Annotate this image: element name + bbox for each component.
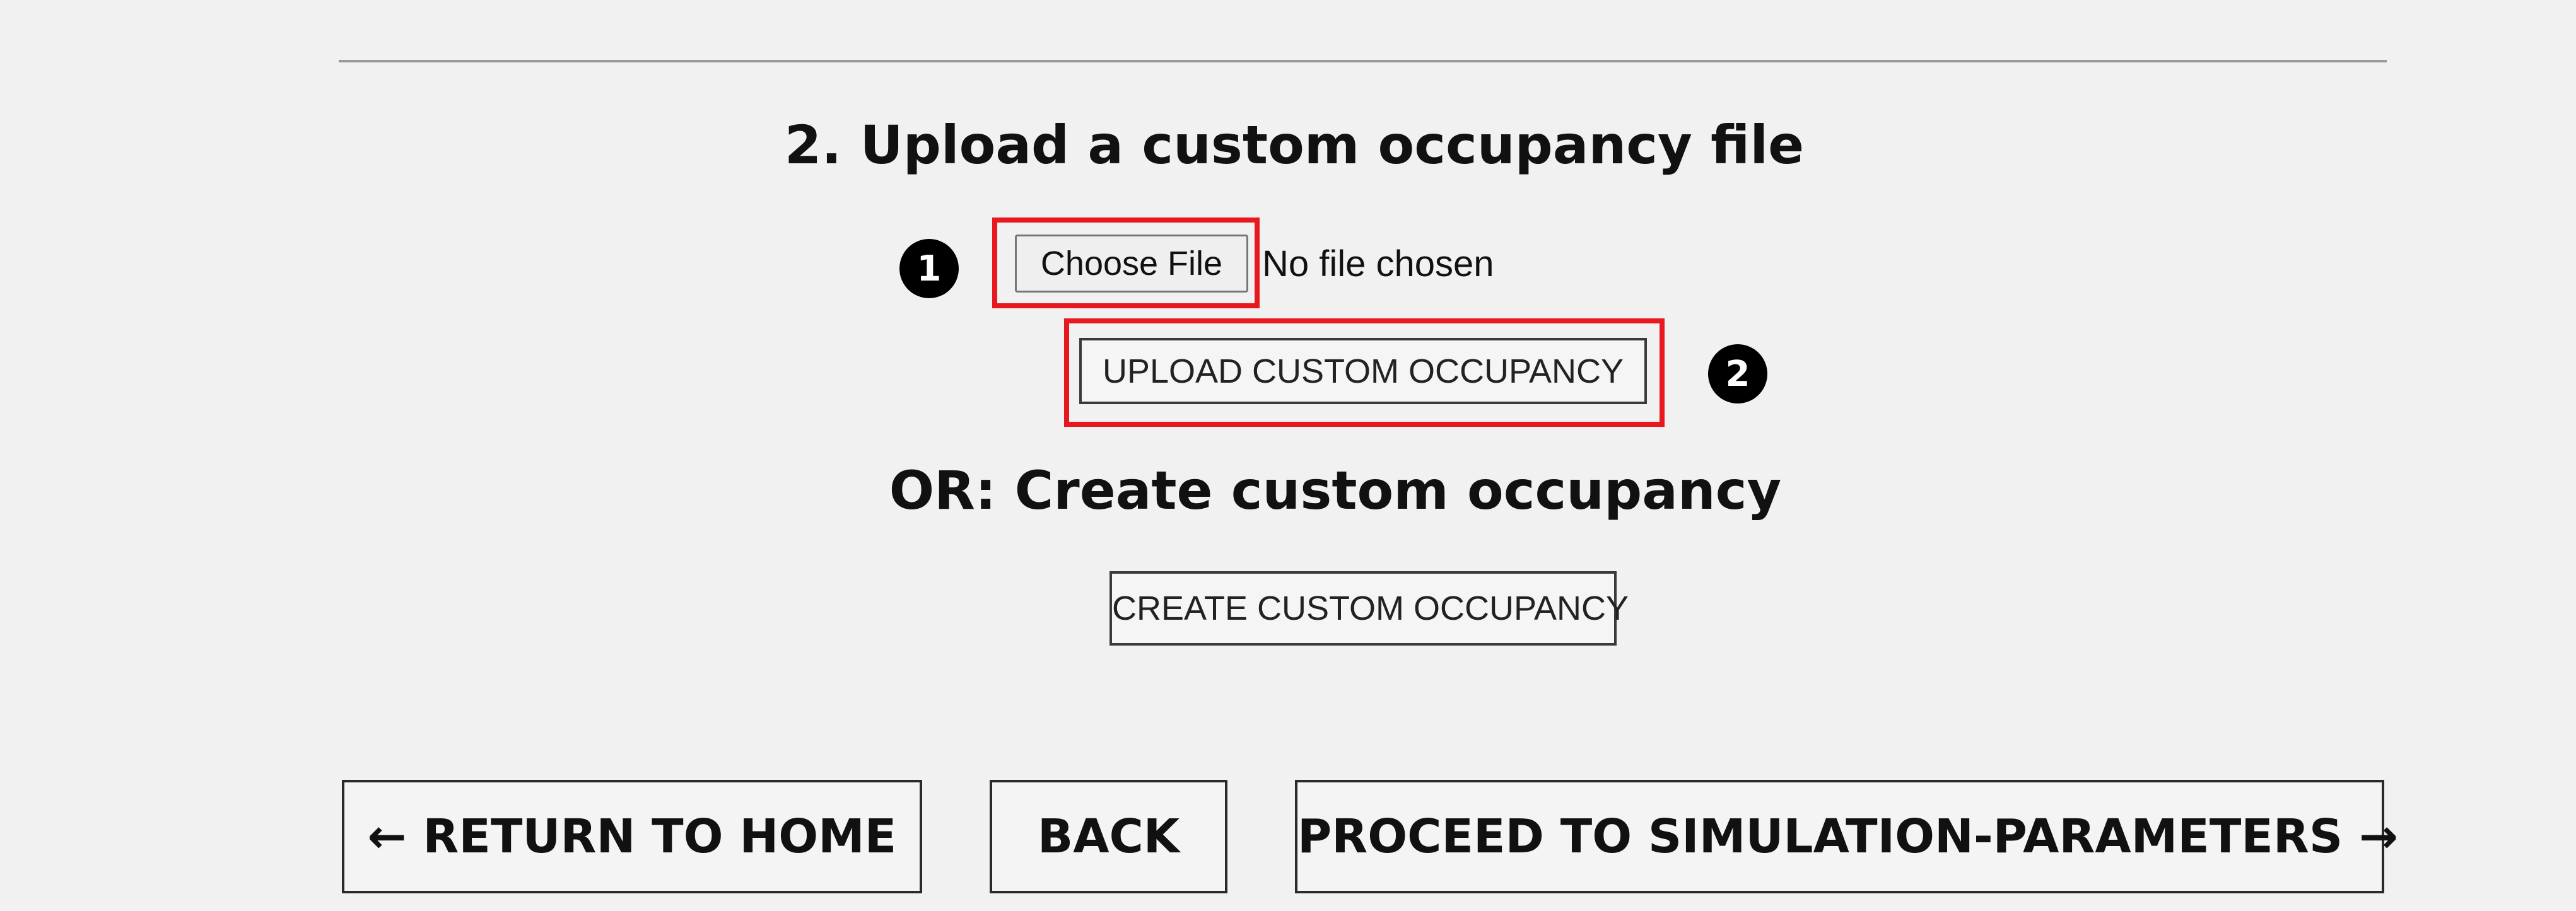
proceed-to-simulation-parameters-button[interactable]: PROCEED TO SIMULATION-PARAMETERS →	[1295, 780, 2398, 893]
step-1-badge: 1	[899, 239, 959, 298]
return-to-home-button[interactable]: ← RETURN TO HOME	[342, 780, 922, 893]
create-section-title: OR: Create custom occupancy	[889, 460, 1782, 521]
section-divider	[339, 60, 2387, 62]
back-button[interactable]: BACK	[990, 780, 1227, 893]
file-input[interactable]: Choose File No file chosen	[1015, 235, 1494, 293]
upload-section-title: 2. Upload a custom occupancy file	[784, 114, 1805, 176]
step-2-badge: 2	[1708, 344, 1767, 403]
choose-file-button[interactable]: Choose File	[1015, 235, 1248, 293]
create-custom-occupancy-button[interactable]: CREATE CUSTOM OCCUPANCY	[1109, 571, 1629, 646]
file-status-text: No file chosen	[1262, 243, 1494, 284]
upload-custom-occupancy-button[interactable]: UPLOAD CUSTOM OCCUPANCY	[1079, 338, 1647, 404]
